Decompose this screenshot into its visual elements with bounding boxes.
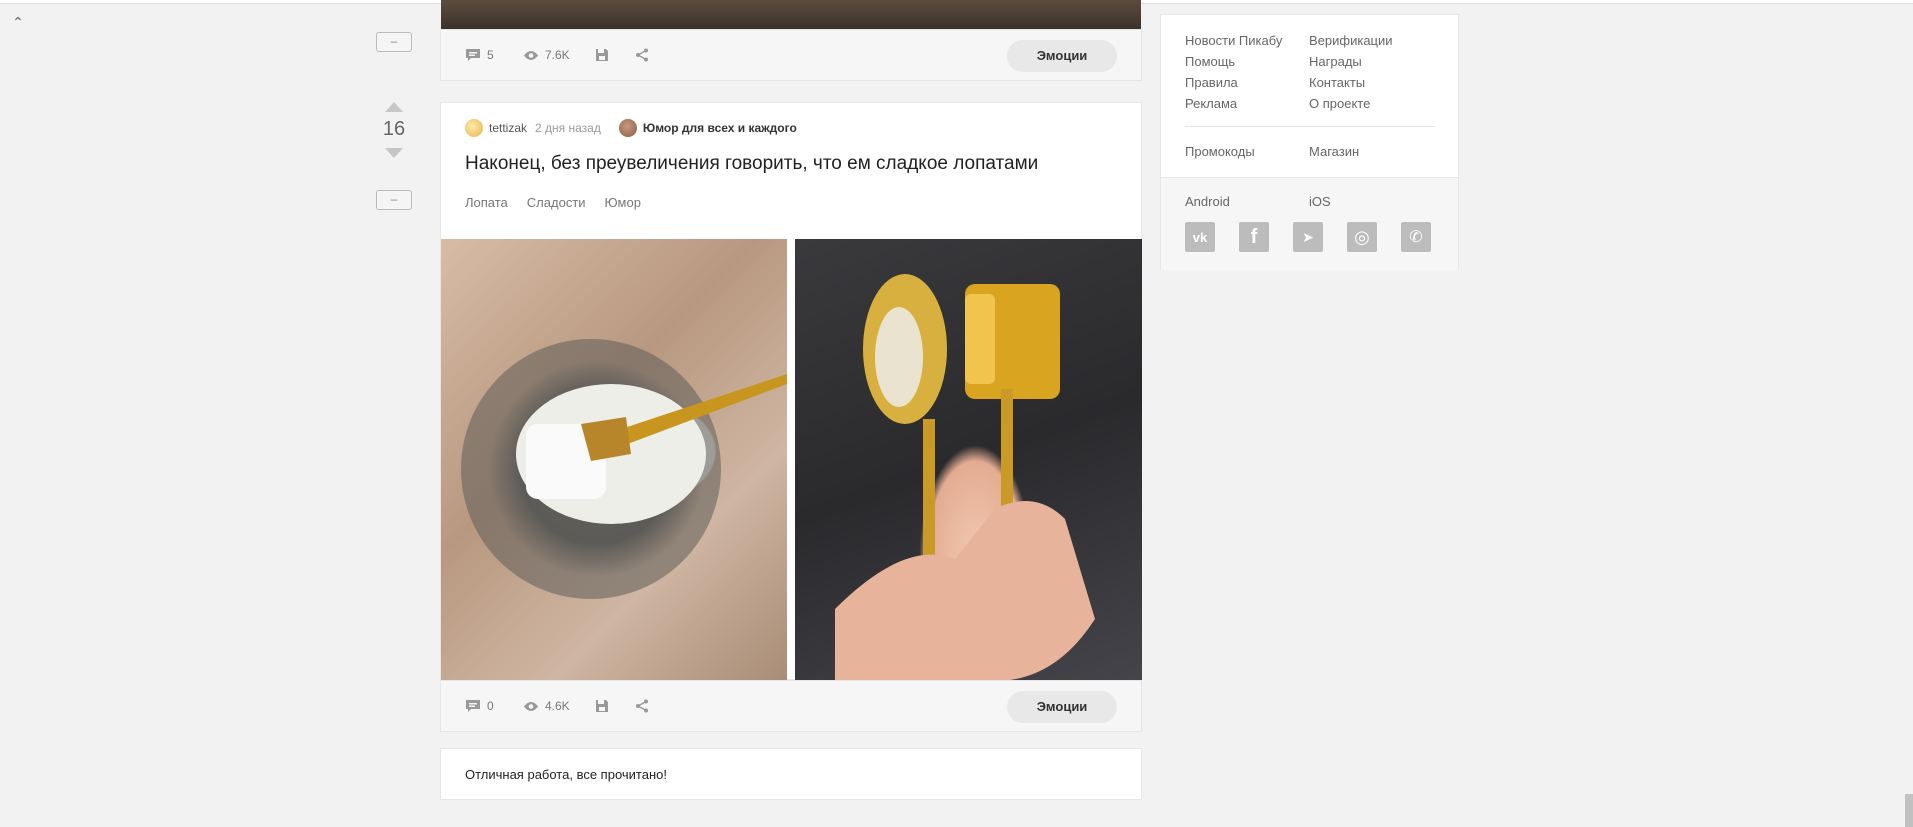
comment-icon: [466, 700, 480, 712]
sidebar-link[interactable]: О проекте: [1309, 96, 1439, 111]
sidebar-link[interactable]: Реклама: [1185, 96, 1309, 111]
share-button[interactable]: [635, 48, 649, 62]
story-title[interactable]: Наконец, без преувеличения говорить, что…: [465, 153, 1038, 175]
instagram-icon[interactable]: ◎: [1347, 222, 1377, 252]
story-image-sugar-bowl[interactable]: [441, 239, 787, 681]
eye-icon: [524, 50, 538, 60]
sidebar-link[interactable]: Верификации: [1309, 33, 1439, 48]
tag[interactable]: Лопата: [465, 195, 508, 210]
sidebar-links: Новости Пикабу Верификации Помощь Наград…: [1185, 33, 1445, 111]
author-link[interactable]: tettizak: [489, 121, 527, 135]
community-avatar[interactable]: [618, 119, 637, 137]
facebook-icon[interactable]: f: [1239, 222, 1269, 252]
sidebar-divider: [1185, 126, 1435, 127]
telegram-icon[interactable]: ➤: [1293, 222, 1323, 252]
golden-spoons-illustration: [835, 274, 1095, 681]
sidebar-apps-section: Android iOS vk f ➤ ◎ ✆: [1161, 177, 1458, 270]
share-icon: [636, 48, 648, 62]
feed-end-card: Отличная работа, все прочитано!: [440, 748, 1142, 800]
feed-end-message: Отличная работа, все прочитано!: [465, 767, 667, 782]
tag-list: Лопата Сладости Юмор: [465, 195, 641, 210]
emotions-button[interactable]: Эмоции: [1007, 40, 1117, 72]
comments-counter[interactable]: 5: [465, 48, 494, 62]
sidebar-link[interactable]: Правила: [1185, 75, 1309, 90]
previous-story-image: [441, 0, 1141, 29]
views-count: 7.6K: [545, 48, 570, 62]
upvote-icon[interactable]: [385, 102, 403, 112]
save-button[interactable]: [595, 48, 609, 62]
views-count: 4.6K: [545, 699, 570, 713]
sidebar-link-promocodes[interactable]: Промокоды: [1185, 144, 1309, 159]
ios-app-link[interactable]: iOS: [1309, 194, 1439, 209]
collapse-story-button[interactable]: –: [376, 190, 412, 210]
post-time: 2 дня назад: [535, 121, 601, 135]
sidebar-link[interactable]: Новости Пикабу: [1185, 33, 1309, 48]
share-icon: [636, 699, 648, 713]
comments-count: 5: [487, 48, 494, 62]
sidebar-links-secondary: Промокоды Магазин: [1185, 144, 1439, 159]
downvote-icon[interactable]: [385, 148, 403, 158]
collapse-previous-button[interactable]: –: [376, 32, 412, 52]
rating-count: 16: [382, 118, 406, 140]
views-counter: 7.6K: [523, 48, 570, 62]
sidebar-link[interactable]: Контакты: [1309, 75, 1439, 90]
scroll-up-icon[interactable]: ⌃: [10, 14, 26, 30]
story-header: tettizak 2 дня назад Юмор для всех и каж…: [465, 119, 797, 137]
story-image-spoons[interactable]: [795, 239, 1142, 681]
share-button[interactable]: [635, 699, 649, 713]
page-scrollbar[interactable]: [1905, 794, 1913, 827]
previous-story-footer: 5 7.6K Эмоции: [440, 29, 1142, 81]
eye-icon: [524, 701, 538, 711]
comments-counter[interactable]: 0: [465, 699, 494, 713]
tag[interactable]: Юмор: [605, 195, 641, 210]
comment-icon: [466, 49, 480, 61]
android-app-link[interactable]: Android: [1185, 194, 1309, 209]
social-links: vk f ➤ ◎ ✆: [1185, 222, 1431, 252]
views-counter: 4.6K: [523, 699, 570, 713]
story-footer: 0 4.6K Эмоции: [440, 680, 1142, 732]
sidebar-link-shop[interactable]: Магазин: [1309, 144, 1439, 159]
author-avatar[interactable]: [465, 119, 483, 137]
app-links: Android iOS: [1185, 194, 1439, 209]
save-button[interactable]: [595, 699, 609, 713]
save-icon: [596, 49, 608, 61]
emotions-button[interactable]: Эмоции: [1007, 691, 1117, 723]
vote-widget: 16: [374, 102, 414, 158]
sidebar-link[interactable]: Награды: [1309, 54, 1439, 69]
sidebar-footer: Новости Пикабу Верификации Помощь Наград…: [1160, 14, 1459, 270]
sidebar-link[interactable]: Помощь: [1185, 54, 1309, 69]
comments-count: 0: [487, 699, 494, 713]
vk-icon[interactable]: vk: [1185, 222, 1215, 252]
save-icon: [596, 700, 608, 712]
sugar-bowl-illustration: [461, 339, 787, 599]
community-link[interactable]: Юмор для всех и каждого: [643, 121, 797, 135]
tag[interactable]: Сладости: [527, 195, 586, 210]
viber-icon[interactable]: ✆: [1401, 222, 1431, 252]
story-card: tettizak 2 дня назад Юмор для всех и каж…: [440, 102, 1142, 681]
